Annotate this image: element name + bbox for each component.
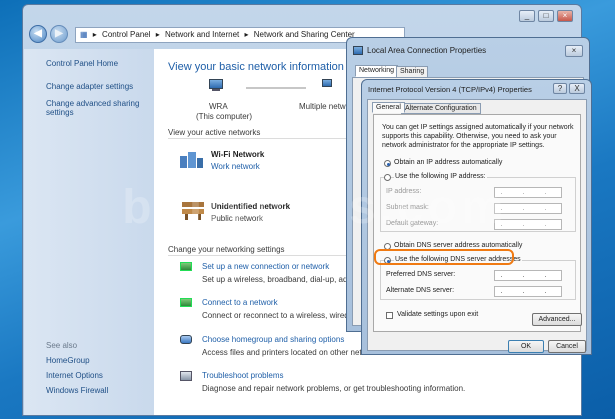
close-button[interactable]: × [565,45,583,57]
connect-network-link[interactable]: Connect to a network [202,298,278,307]
troubleshoot-link[interactable]: Troubleshoot problems [202,371,284,380]
close-button[interactable]: X [569,83,585,94]
obtain-ip-radio[interactable] [384,160,391,167]
connect-network-icon [180,298,196,312]
back-button[interactable]: ◀ [29,25,47,43]
troubleshoot-icon [180,371,196,385]
forward-button[interactable]: ▶ [50,25,68,43]
general-tab-panel: You can get IP settings assigned automat… [373,114,582,332]
lac-dialog-title: Local Area Connection Properties [367,46,487,55]
minimize-button[interactable]: _ [519,10,535,22]
annotation-highlight [374,249,514,265]
windows-firewall-link[interactable]: Windows Firewall [46,386,108,395]
default-gateway-label: Default gateway: [386,220,439,227]
chevron-right-icon: ▸ [244,30,249,39]
breadcrumb-item[interactable]: Network and Sharing Center [254,30,355,39]
map-connector-line [246,87,306,89]
advanced-button[interactable]: Advanced... [532,313,582,326]
control-panel-home-link[interactable]: Control Panel Home [46,59,118,68]
breadcrumb-item[interactable]: Control Panel [102,30,150,39]
use-ip-radio[interactable] [384,174,391,181]
maximize-button[interactable]: □ [538,10,554,22]
tab-general[interactable]: General [372,102,405,113]
chevron-right-icon: ▸ [92,30,97,39]
validate-settings-checkbox[interactable] [386,312,393,319]
homegroup-link[interactable]: HomeGroup [46,356,90,365]
alternate-dns-label: Alternate DNS server: [386,287,455,294]
chevron-right-icon: ▸ [155,30,160,39]
homegroup-sharing-link[interactable]: Choose homegroup and sharing options [202,335,344,344]
troubleshoot-desc: Diagnose and repair network problems, or… [202,384,466,393]
network-icon [322,79,336,91]
use-ip-label: Use the following IP address: [394,173,487,180]
computer-subtitle: (This computer) [196,112,253,121]
network-adapter-icon [353,46,363,55]
help-button[interactable]: ? [553,83,567,94]
ipv4-dialog-title: Internet Protocol Version 4 (TCP/IPv4) P… [368,85,532,94]
active-networks-heading: View your active networks [168,128,261,137]
control-panel-icon: ▦ [80,30,88,39]
intro-text: You can get IP settings assigned automat… [382,124,574,149]
change-advanced-sharing-link[interactable]: Change advanced sharing settings [46,99,146,117]
computer-icon [209,79,229,93]
preferred-dns-label: Preferred DNS server: [386,271,456,278]
see-also-heading: See also [46,341,78,350]
cancel-button[interactable]: Cancel [548,340,586,353]
subnet-mask-label: Subnet mask: [386,204,429,211]
new-connection-icon [180,262,196,276]
obtain-ip-label: Obtain an IP address automatically [394,159,503,166]
ipv4-dialog-body: General Alternate Configuration You can … [367,99,587,353]
ok-button[interactable]: OK [508,340,544,353]
wifi-network-name: Wi-Fi Network [211,150,265,159]
wifi-network-type-link[interactable]: Work network [211,162,260,171]
tab-networking[interactable]: Networking [355,65,399,77]
change-adapter-settings-link[interactable]: Change adapter settings [46,82,133,91]
breadcrumb-item[interactable]: Network and Internet [165,30,239,39]
ip-address-field[interactable]: . . . [494,187,562,198]
unidentified-network-type: Public network [211,214,264,223]
public-network-icon [182,202,204,220]
internet-options-link[interactable]: Internet Options [46,371,103,380]
preferred-dns-field[interactable]: . . . [494,270,562,281]
tab-alternate-configuration[interactable]: Alternate Configuration [401,103,481,114]
homegroup-icon [180,335,196,349]
default-gateway-field[interactable]: . . . [494,219,562,230]
alternate-dns-field[interactable]: . . . [494,286,562,297]
left-nav-pane: Control Panel Home Change adapter settin… [24,49,154,415]
validate-settings-label: Validate settings upon exit [397,311,479,318]
homegroup-sharing-desc: Access files and printers located on oth… [202,348,364,357]
networking-settings-heading: Change your networking settings [168,245,285,254]
obtain-dns-label: Obtain DNS server address automatically [394,242,523,249]
wifi-network-icon [180,150,204,170]
ipv4-properties-dialog: Internet Protocol Version 4 (TCP/IPv4) P… [361,79,592,355]
unidentified-network-name: Unidentified network [211,202,291,211]
setup-connection-link[interactable]: Set up a new connection or network [202,262,329,271]
subnet-mask-field[interactable]: . . . [494,203,562,214]
computer-name: WRA [209,102,228,111]
title-bar: _ □ × [23,5,581,22]
close-button[interactable]: × [557,10,573,22]
ip-address-label: IP address: [386,188,422,195]
